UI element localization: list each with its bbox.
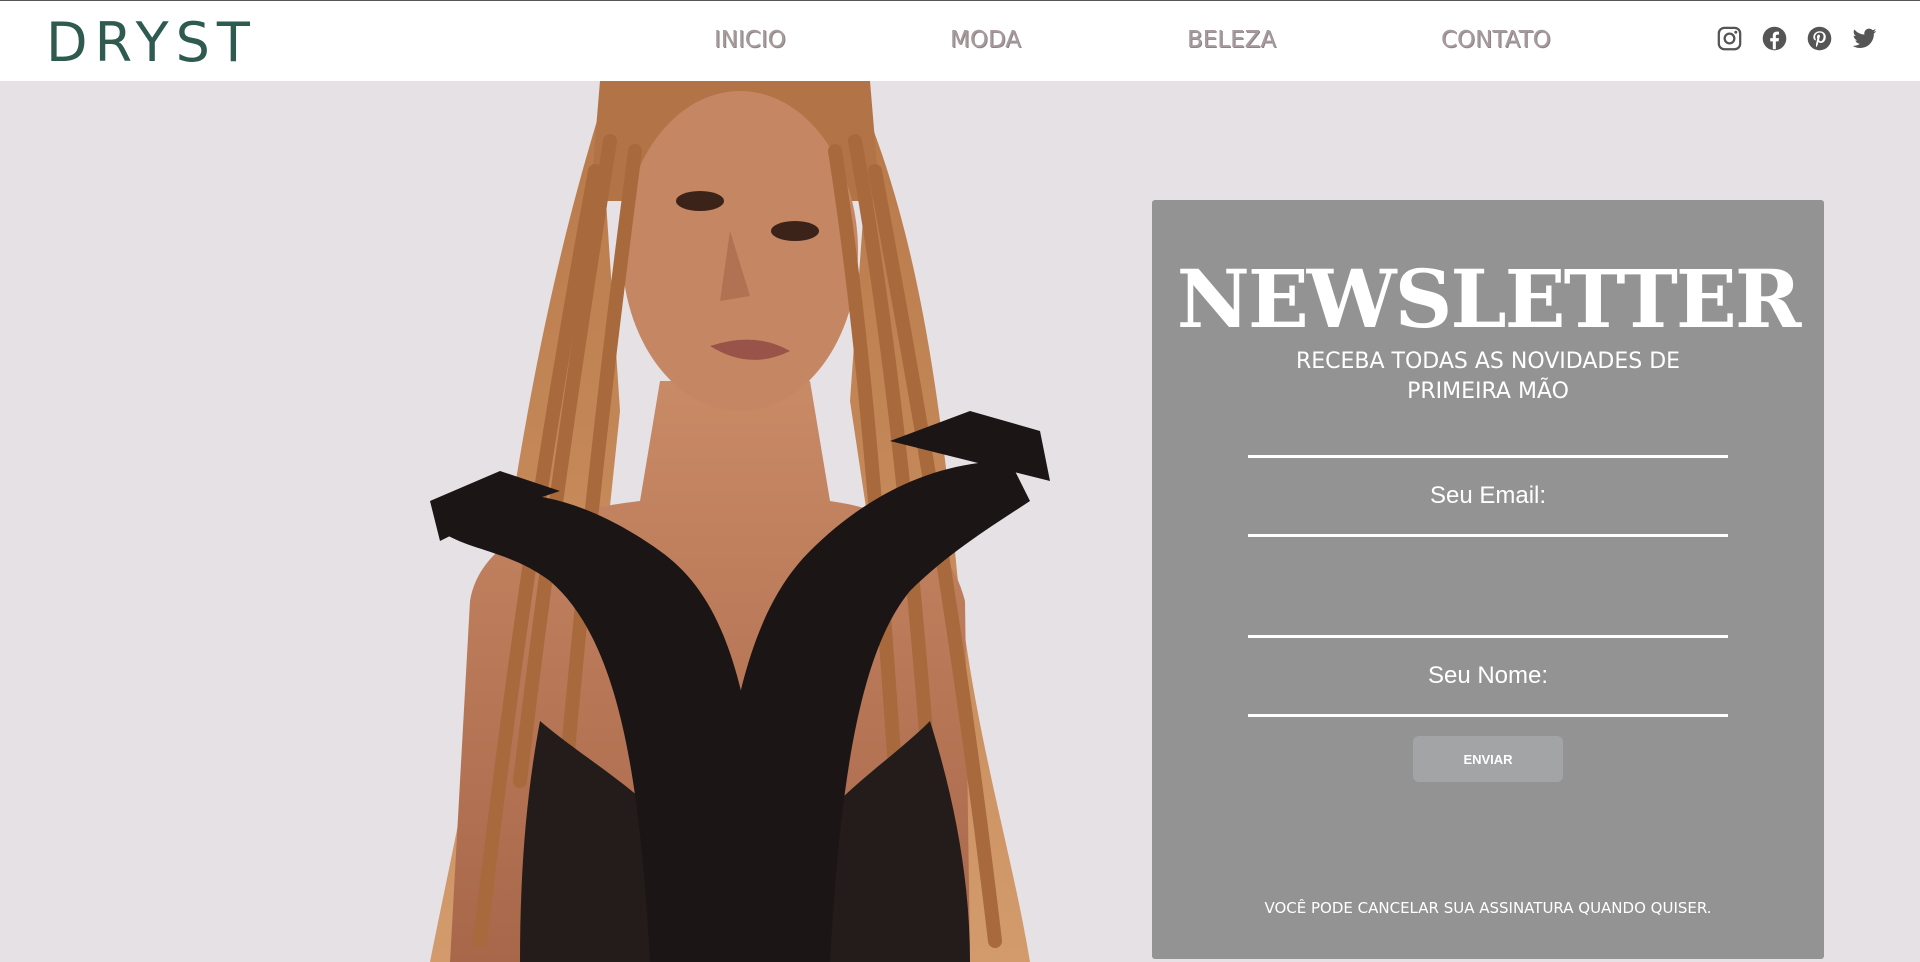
- nav-link-contato[interactable]: CONTATO: [1441, 27, 1551, 53]
- email-input[interactable]: [1248, 538, 1728, 638]
- site-header: DRYST INICIO MODA BELEZA CONTATO: [0, 0, 1920, 81]
- nav-link-moda[interactable]: MODA: [950, 27, 1021, 53]
- email-label: Seu Email:: [1429, 482, 1547, 509]
- model-photo: [430, 81, 1050, 962]
- hero-section: NEWSLETTER RECEBA TODAS AS NOVIDADES DE …: [0, 81, 1920, 962]
- newsletter-panel: NEWSLETTER RECEBA TODAS AS NOVIDADES DE …: [1152, 200, 1824, 959]
- pinterest-icon[interactable]: [1806, 25, 1833, 52]
- nav-link-beleza[interactable]: BELEZA: [1187, 27, 1276, 53]
- newsletter-title: NEWSLETTER: [1176, 252, 1802, 346]
- site-logo[interactable]: DRYST: [46, 11, 257, 74]
- email-field[interactable]: Seu Email:: [1248, 455, 1728, 537]
- name-field[interactable]: Seu Nome:: [1248, 635, 1728, 717]
- name-label: Seu Nome:: [1427, 662, 1549, 689]
- unsubscribe-note: VOCÊ PODE CANCELAR SUA ASSINATURA QUANDO…: [1264, 899, 1712, 917]
- newsletter-subtitle: RECEBA TODAS AS NOVIDADES DE PRIMEIRA MÃ…: [1295, 349, 1681, 404]
- facebook-icon[interactable]: [1761, 25, 1788, 52]
- submit-button[interactable]: ENVIAR: [1413, 736, 1563, 782]
- twitter-icon[interactable]: [1851, 25, 1878, 52]
- instagram-icon[interactable]: [1716, 25, 1743, 52]
- social-links: [1716, 25, 1878, 52]
- nav-link-inicio[interactable]: INICIO: [714, 27, 786, 53]
